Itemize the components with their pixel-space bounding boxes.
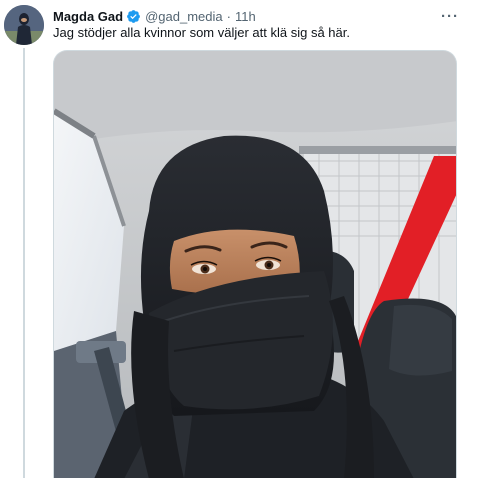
tweet[interactable]: Magda Gad @gad_media · 11h ··· Jag stödj…: [0, 0, 484, 478]
tweet-photo[interactable]: [53, 50, 457, 478]
author-avatar[interactable]: [4, 5, 44, 45]
more-horizontal-icon[interactable]: ···: [437, 6, 463, 26]
avatar-image: [4, 5, 44, 45]
author-display-name[interactable]: Magda Gad: [53, 9, 123, 24]
tweet-text: Jag stödjer alla kvinnor som väljer att …: [53, 25, 350, 40]
header-separator: ·: [226, 8, 231, 24]
photo-image: [54, 51, 456, 478]
author-handle[interactable]: @gad_media: [145, 9, 223, 24]
tweet-timestamp[interactable]: 11h: [235, 9, 256, 24]
thread-line: [23, 48, 25, 478]
verified-badge-icon: [126, 9, 141, 24]
tweet-header: Magda Gad @gad_media · 11h: [53, 7, 256, 25]
